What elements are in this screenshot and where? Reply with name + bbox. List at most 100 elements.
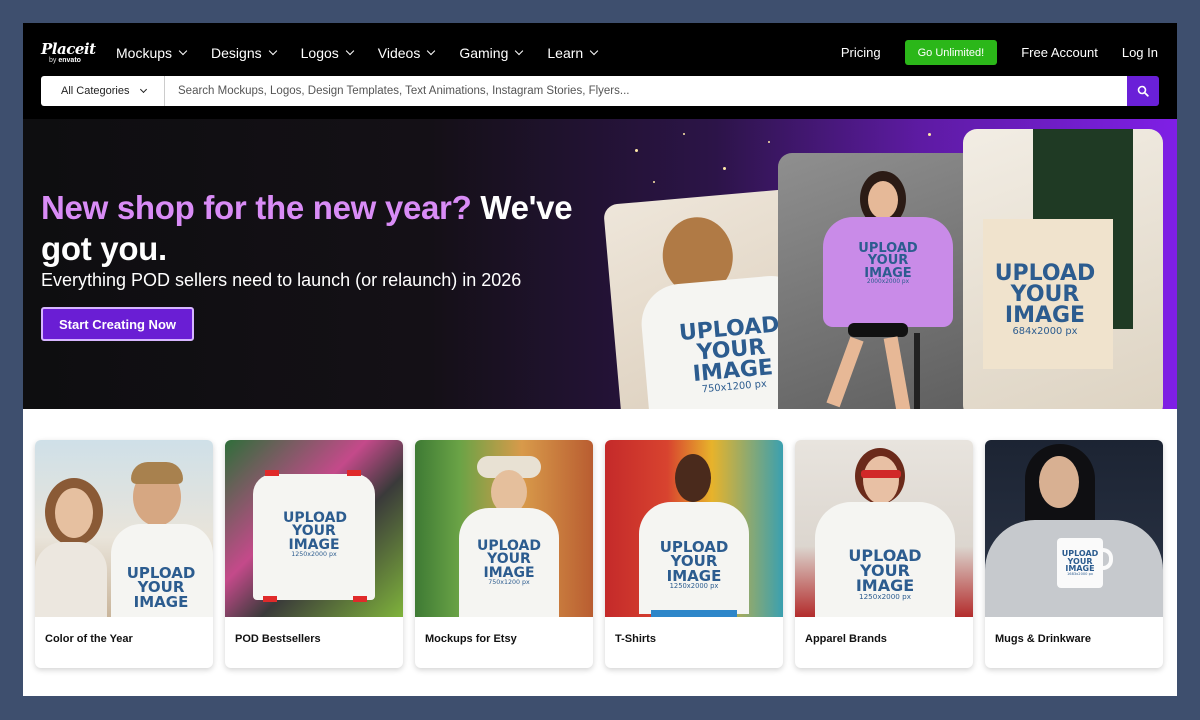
face: [1039, 456, 1079, 508]
menu-designs-label: Designs: [211, 45, 262, 61]
hero-subtitle: Everything POD sellers need to launch (o…: [41, 270, 522, 290]
chevron-down-icon: [345, 46, 355, 56]
start-creating-button[interactable]: Start Creating Now: [41, 307, 194, 341]
leg: [883, 336, 911, 409]
upload-text-line: UPLOAD YOUR IMAGE: [848, 546, 922, 596]
upload-text-line: UPLOAD YOUR IMAGE: [283, 510, 348, 553]
tape: [263, 596, 277, 602]
category-label: T-Shirts: [615, 633, 656, 645]
top-navigation: Placeit by envato Mockups Designs Logos …: [23, 23, 1177, 119]
tape: [347, 470, 361, 476]
search-bar: All Categories: [41, 76, 1159, 106]
pricing-link[interactable]: Pricing: [841, 45, 881, 60]
sparkle: [768, 141, 770, 143]
menu-logos-label: Logos: [300, 45, 339, 61]
login-link[interactable]: Log In: [1122, 45, 1158, 60]
upload-size: 1250x2000 px: [291, 550, 337, 558]
category-card-mockups-for-etsy[interactable]: UPLOAD YOUR IMAGE 750x1200 px Mockups for…: [415, 440, 593, 668]
go-unlimited-button[interactable]: Go Unlimited!: [904, 40, 998, 65]
category-label: Apparel Brands: [805, 633, 887, 645]
chevron-down-icon: [140, 85, 148, 93]
placeit-logo[interactable]: Placeit by envato: [41, 41, 96, 65]
account-nav: Pricing Go Unlimited! Free Account Log I…: [841, 40, 1158, 65]
category-image: UPLOAD YOUR IMAGE 750x1200 px: [415, 440, 593, 617]
upload-size: 684x2000 px: [1012, 325, 1078, 337]
shorts: [651, 610, 737, 617]
category-card-mugs-drinkware[interactable]: UPLOAD YOUR IMAGE 1683x2000 px Mugs & Dri…: [985, 440, 1163, 668]
menu-videos[interactable]: Videos: [377, 44, 436, 62]
category-select-value: All Categories: [61, 85, 130, 97]
menu-gaming-label: Gaming: [459, 45, 509, 61]
upload-text-line: UPLOAD YOUR IMAGE: [659, 538, 729, 585]
hero-title: New shop for the new year? We've got you…: [41, 187, 601, 269]
tape: [265, 470, 279, 476]
category-image: UPLOAD YOUR IMAGE 1250x2000 px: [605, 440, 783, 617]
upload-text-line: UPLOAD YOUR IMAGE: [476, 538, 542, 581]
category-image: UPLOAD YOUR IMAGE 1250x2000 px: [795, 440, 973, 617]
category-label: Mockups for Etsy: [425, 633, 517, 645]
menu-gaming[interactable]: Gaming: [459, 44, 524, 62]
leg: [826, 336, 864, 408]
sparkle: [653, 181, 655, 183]
category-label: Mugs & Drinkware: [995, 633, 1091, 645]
category-label: Color of the Year: [45, 633, 133, 645]
upload-size: 1683x2000 px: [1067, 571, 1093, 576]
upload-size: 1250x2000 px: [859, 591, 911, 601]
menu-mockups-label: Mockups: [116, 45, 173, 61]
upload-placeholder: UPLOAD YOUR IMAGE 684x2000 px: [985, 263, 1105, 337]
face: [55, 488, 93, 538]
logo-by: by: [49, 57, 57, 64]
upload-text-line: UPLOAD YOUR IMAGE: [1061, 549, 1099, 574]
logo-byline: by envato: [49, 57, 96, 65]
sweater: [35, 542, 107, 617]
upload-placeholder: UPLOAD YOUR IMAGE 750x1200 px: [473, 538, 545, 586]
stool: [914, 333, 920, 409]
upload-line: IMAGE: [1004, 302, 1086, 328]
face: [675, 454, 711, 502]
search-icon: [1137, 85, 1149, 97]
category-card-t-shirts[interactable]: UPLOAD YOUR IMAGE 1250x2000 px T-Shirts: [605, 440, 783, 668]
sparkle: [683, 133, 685, 135]
hero-banner: New shop for the new year? We've got you…: [23, 119, 1177, 409]
upload-placeholder: UPLOAD YOUR IMAGE 2000x2000 px: [843, 242, 933, 286]
chevron-down-icon: [268, 46, 277, 56]
chevron-down-icon: [178, 46, 188, 56]
hero-title-highlight: New shop for the new year?: [41, 189, 472, 226]
chevron-down-icon: [589, 46, 599, 56]
category-image: UPLOAD YOUR IMAGE: [35, 440, 213, 617]
main-menu: Mockups Designs Logos Videos Gaming Lear…: [116, 44, 622, 62]
sparkle: [635, 149, 638, 152]
face: [868, 181, 898, 219]
menu-designs[interactable]: Designs: [211, 44, 277, 62]
hair: [131, 462, 183, 484]
category-label: POD Bestsellers: [235, 633, 321, 645]
upload-placeholder: UPLOAD YOUR IMAGE 1250x2000 px: [283, 510, 348, 558]
category-image: UPLOAD YOUR IMAGE 1250x2000 px: [225, 440, 403, 617]
category-select[interactable]: All Categories: [41, 76, 165, 106]
upload-placeholder: UPLOAD YOUR IMAGE 750x1200 px: [669, 312, 795, 397]
menu-mockups[interactable]: Mockups: [116, 44, 188, 62]
skirt: [848, 323, 908, 337]
menu-logos[interactable]: Logos: [300, 44, 355, 62]
upload-size: 750x1200 px: [488, 578, 530, 586]
chevron-down-icon: [515, 46, 524, 56]
browser-viewport: Placeit by envato Mockups Designs Logos …: [23, 23, 1177, 696]
search-input[interactable]: [165, 76, 1127, 106]
category-image: UPLOAD YOUR IMAGE 1683x2000 px: [985, 440, 1163, 617]
upload-size: 2000x2000 px: [866, 279, 910, 286]
search-button[interactable]: [1127, 76, 1159, 106]
menu-learn[interactable]: Learn: [547, 44, 599, 62]
logo-wordmark: Placeit: [41, 40, 96, 58]
category-cards: UPLOAD YOUR IMAGE Color of the Year UPLO…: [35, 440, 1165, 670]
free-account-link[interactable]: Free Account: [1021, 45, 1098, 60]
menu-learn-label: Learn: [547, 45, 584, 61]
category-card-pod-bestsellers[interactable]: UPLOAD YOUR IMAGE 1250x2000 px POD Bestse…: [225, 440, 403, 668]
category-card-color-of-the-year[interactable]: UPLOAD YOUR IMAGE Color of the Year: [35, 440, 213, 668]
sparkle: [723, 167, 726, 170]
upload-placeholder: UPLOAD YOUR IMAGE 1683x2000 px: [1061, 549, 1099, 576]
upload-placeholder: UPLOAD YOUR IMAGE 1250x2000 px: [657, 538, 731, 590]
face: [863, 456, 899, 504]
menu-videos-label: Videos: [377, 45, 421, 61]
category-card-apparel-brands[interactable]: UPLOAD YOUR IMAGE 1250x2000 px Apparel Br…: [795, 440, 973, 668]
hero-mockup-tote: UPLOAD YOUR IMAGE 684x2000 px: [963, 129, 1163, 409]
